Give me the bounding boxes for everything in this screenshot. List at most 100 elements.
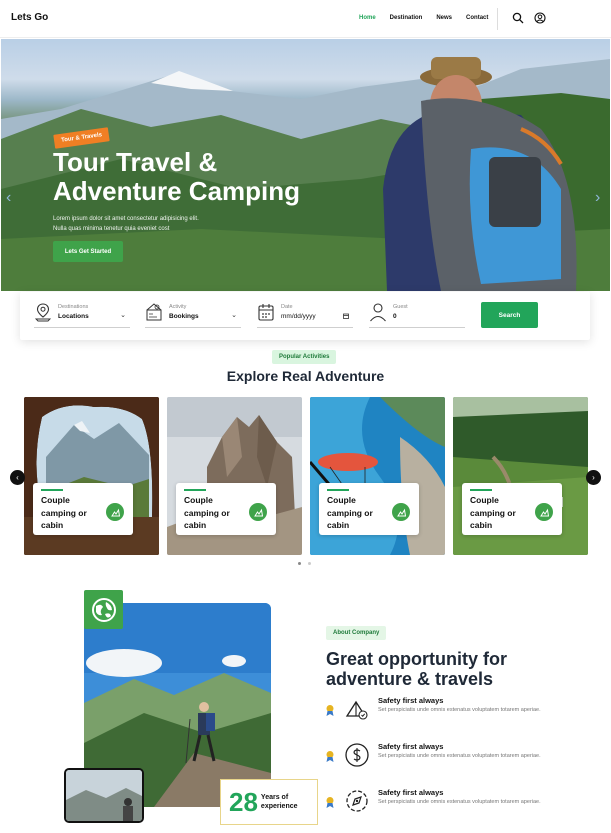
mountain-chart-icon [253, 508, 263, 516]
years-number: 28 [229, 787, 258, 817]
calendar-icon [258, 304, 274, 321]
card-title-line-2: camping or [470, 507, 516, 518]
about-title-line-2: adventure & travels [326, 669, 494, 689]
years-label-line-2: experience [260, 803, 298, 810]
feature-title: Safety first always [378, 696, 444, 705]
years-label: Years of experience [261, 793, 298, 811]
feature-title: Safety first always [378, 788, 444, 797]
feature-description: Set perspiciatis unde omnis estenatus vo… [378, 707, 541, 713]
chevron-down-icon: ⌄ [120, 312, 126, 319]
medal-icon [326, 797, 334, 808]
activity-card-info: Couple camping or cabin [33, 483, 133, 535]
card-title-line-1: Couple [327, 495, 356, 505]
activities-section-title: Explore Real Adventure [226, 368, 385, 384]
search-button[interactable]: Search [481, 302, 538, 328]
main-menu: Home Destination News Contact [359, 15, 488, 21]
map-pin-icon [34, 303, 52, 322]
hero-subtitle: Lorem ipsum dolor sit amet consectetur a… [53, 214, 243, 234]
card-action-button[interactable] [392, 503, 410, 521]
activity-card-info: Couple camping or cabin [176, 483, 276, 535]
brand-logo[interactable]: Lets Go [11, 12, 48, 23]
nav-link-contact[interactable]: Contact [466, 15, 488, 21]
activity-label: Activity [169, 304, 187, 310]
globe-badge [84, 590, 123, 629]
guest-input[interactable]: Guest 0 [369, 302, 465, 328]
date-label: Date [281, 304, 293, 310]
activity-card-title: Couple camping or cabin [41, 494, 101, 532]
mountain-chart-icon [539, 508, 549, 516]
card-action-button[interactable] [535, 503, 553, 521]
feature-description: Set perspiciatis unde omnis estenatus vo… [378, 753, 541, 759]
destination-value: Locations [58, 313, 89, 320]
hero-title: Tour Travel & Adventure Camping [53, 148, 373, 206]
page: Lets Go Home Destination News Contact To… [0, 0, 611, 833]
carousel-pagination [298, 562, 311, 565]
card-accent-bar [41, 489, 63, 491]
top-nav: Lets Go Home Destination News Contact [0, 0, 611, 38]
destination-select[interactable]: Destinations Locations ⌄ [34, 302, 130, 328]
activity-card[interactable]: Couple camping or cabin [167, 397, 302, 555]
date-value: mm/dd/yyyy [281, 313, 316, 320]
feature-title: Safety first always [378, 742, 444, 751]
about-company-badge: About Company [326, 626, 387, 640]
card-action-button[interactable] [249, 503, 267, 521]
card-title-line-2: camping or [327, 507, 373, 518]
card-title-line-3: cabin [184, 520, 207, 530]
booking-search-bar: Destinations Locations ⌄ Activity Bookin… [20, 292, 590, 340]
nav-link-destination[interactable]: Destination [390, 15, 423, 21]
card-title-line-3: cabin [327, 520, 350, 530]
carousel-dot[interactable] [298, 562, 301, 565]
activity-icon [146, 303, 162, 321]
card-title-line-2: camping or [41, 507, 87, 518]
activity-card[interactable]: Couple camping or cabin [310, 397, 445, 555]
nav-divider [497, 8, 498, 30]
feature-item: Safety first always Set perspiciatis und… [325, 696, 565, 730]
card-accent-bar [470, 489, 492, 491]
mountain-chart-icon [396, 508, 406, 516]
hero-title-line-1: Tour Travel & [53, 147, 218, 177]
get-started-button[interactable]: Lets Get Started [53, 241, 123, 262]
card-title-line-2: camping or [184, 507, 230, 518]
activity-card[interactable]: Couple camping or cabin [453, 397, 588, 555]
user-icon[interactable] [534, 12, 546, 24]
about-title: Great opportunity for adventure & travel… [326, 649, 556, 689]
search-icon[interactable] [512, 12, 524, 24]
card-accent-bar [327, 489, 349, 491]
activity-card-title: Couple camping or cabin [470, 494, 530, 532]
popular-activities-badge: Popular Activities [272, 350, 337, 364]
date-picker-icon[interactable] [343, 313, 349, 319]
activity-card-info: Couple camping or cabin [462, 483, 562, 535]
carousel-next-button[interactable]: › [586, 470, 601, 485]
activity-select[interactable]: Activity Bookings ⌄ [145, 302, 241, 328]
date-input[interactable]: Date mm/dd/yyyy [257, 302, 353, 328]
about-thumbnail-photo [66, 770, 142, 821]
card-title-line-1: Couple [41, 495, 70, 505]
carousel-dot[interactable] [308, 562, 311, 565]
compass-icon [346, 790, 368, 812]
hero-title-line-2: Adventure Camping [53, 176, 301, 206]
guest-user-icon [370, 303, 386, 322]
activity-carousel: Couple camping or cabin Couple camping o… [24, 397, 588, 557]
experience-badge: 28 Years of experience [220, 779, 318, 825]
card-title-line-3: cabin [470, 520, 493, 530]
carousel-prev-button[interactable]: ‹ [10, 470, 25, 485]
globe-icon [91, 597, 116, 622]
hero-next-arrow-icon[interactable]: › [595, 189, 600, 207]
card-accent-bar [184, 489, 206, 491]
guest-label: Guest [393, 304, 408, 310]
feature-item: Safety first always Set perspiciatis und… [325, 788, 565, 822]
hero-prev-arrow-icon[interactable]: ‹ [6, 189, 11, 207]
feature-description: Set perspiciatis unde omnis estenatus vo… [378, 799, 541, 805]
about-title-line-1: Great opportunity for [326, 649, 507, 669]
activity-card-title: Couple camping or cabin [327, 494, 387, 532]
activity-card[interactable]: Couple camping or cabin [24, 397, 159, 555]
nav-link-home[interactable]: Home [359, 15, 376, 21]
nav-link-news[interactable]: News [436, 15, 452, 21]
card-action-button[interactable] [106, 503, 124, 521]
guest-value: 0 [393, 313, 397, 320]
medal-icon [326, 705, 334, 716]
destination-label: Destinations [58, 304, 89, 310]
chevron-down-icon: ⌄ [231, 312, 237, 319]
medal-icon [326, 751, 334, 762]
tent-icon [345, 700, 368, 720]
